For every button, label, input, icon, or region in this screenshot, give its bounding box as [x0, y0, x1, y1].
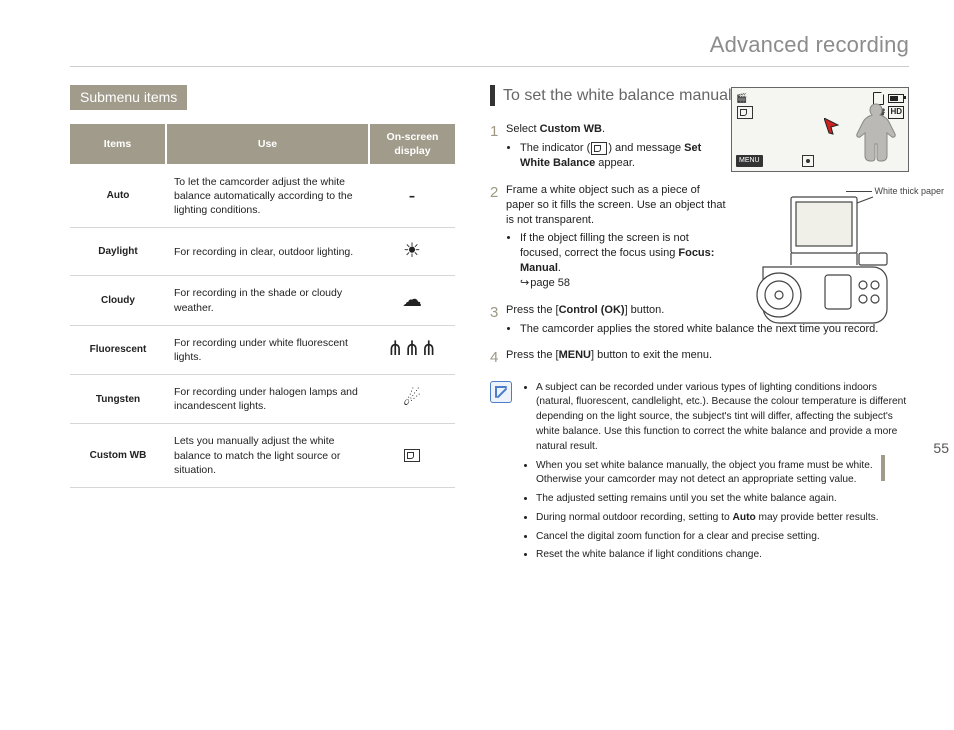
table-row: CloudyFor recording in the shade or clou… — [70, 276, 455, 325]
custom-wb-inline-icon — [591, 142, 607, 155]
note-item: The adjusted setting remains until you s… — [536, 492, 909, 507]
note-item: A subject can be recorded under various … — [536, 381, 909, 455]
item-name: Cloudy — [70, 276, 166, 325]
menu-osd-label: MENU — [736, 155, 763, 166]
note-item: When you set white balance manually, the… — [536, 459, 909, 489]
item-osd-icon: ☀ — [369, 228, 455, 276]
table-row: AutoTo let the camcorder adjust the whit… — [70, 164, 455, 228]
page-number: 55 — [933, 439, 949, 458]
pointer-cursor-icon — [824, 118, 842, 139]
step-number: 2 — [490, 183, 506, 291]
step-bullet: The indicator () and message Set White B… — [520, 141, 729, 171]
item-use: For recording in clear, outdoor lighting… — [166, 228, 369, 276]
note-icon — [490, 381, 512, 403]
submenu-heading: Submenu items — [70, 85, 187, 110]
page-ref: page 58 — [520, 277, 570, 289]
white-paper-callout: White thick paper — [874, 185, 944, 197]
item-name: Auto — [70, 164, 166, 228]
item-use: For recording under halogen lamps and in… — [166, 375, 369, 424]
item-name: Daylight — [70, 228, 166, 276]
col-header-use: Use — [166, 124, 369, 165]
page-number-bar — [881, 455, 885, 481]
step-number: 1 — [490, 122, 506, 171]
item-osd-icon: ⋔⋔⋔ — [369, 325, 455, 374]
submenu-table: Items Use On-screen display AutoTo let t… — [70, 124, 455, 488]
notes-box: A subject can be recorded under various … — [490, 381, 909, 568]
item-use: For recording in the shade or cloudy wea… — [166, 276, 369, 325]
record-indicator-icon — [802, 155, 814, 167]
item-name: Fluorescent — [70, 325, 166, 374]
step-body: Press the [MENU] button to exit the menu… — [506, 348, 909, 368]
step-number: 4 — [490, 348, 506, 368]
item-use: To let the camcorder adjust the white ba… — [166, 164, 369, 228]
col-header-items: Items — [70, 124, 166, 165]
item-name: Tungsten — [70, 375, 166, 424]
item-use: Lets you manually adjust the white balan… — [166, 424, 369, 488]
note-item: During normal outdoor recording, setting… — [536, 511, 909, 526]
osd-preview-screen: 🎬 🎥 HD — [731, 87, 909, 172]
stby-indicator-icon: 🎬 — [736, 92, 747, 105]
note-item: Cancel the digital zoom function for a c… — [536, 530, 909, 545]
col-header-osd: On-screen display — [369, 124, 455, 165]
custom-wb-icon — [736, 106, 754, 119]
table-row: DaylightFor recording in clear, outdoor … — [70, 228, 455, 276]
item-osd-icon — [369, 424, 455, 488]
step: 4Press the [MENU] button to exit the men… — [490, 348, 909, 368]
step-bullet: If the object filling the screen is not … — [520, 231, 729, 290]
step-number: 3 — [490, 303, 506, 337]
item-use: For recording under white fluorescent li… — [166, 325, 369, 374]
item-osd-icon: ☄ — [369, 375, 455, 424]
note-item: Reset the white balance if light conditi… — [536, 548, 909, 563]
camcorder-illustration: White thick paper — [733, 195, 909, 345]
table-row: Custom WBLets you manually adjust the wh… — [70, 424, 455, 488]
item-osd-icon: - — [369, 164, 455, 228]
table-row: TungstenFor recording under halogen lamp… — [70, 375, 455, 424]
table-row: FluorescentFor recording under white flu… — [70, 325, 455, 374]
left-column: Submenu items Items Use On-screen displa… — [70, 85, 455, 568]
page-title: Advanced recording — [70, 30, 909, 67]
subject-silhouette-icon — [852, 100, 902, 163]
right-column: To set the white balance manually 🎬 🎥 HD — [490, 85, 909, 568]
item-name: Custom WB — [70, 424, 166, 488]
item-osd-icon: ☁ — [369, 276, 455, 325]
